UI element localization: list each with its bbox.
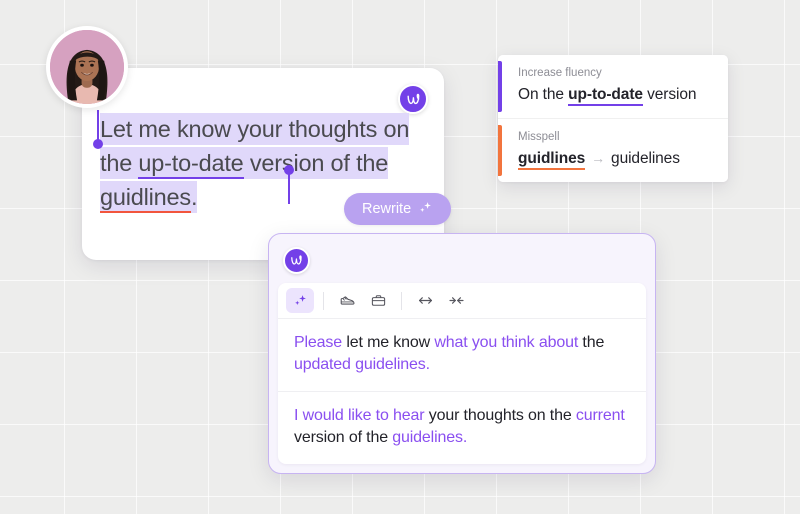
rw1-seg-2: what you think about	[434, 334, 579, 351]
suggestion-card-misspell[interactable]: Misspell guidlines → guidelines	[498, 118, 728, 182]
rewrite-option-2[interactable]: I would like to hear your thoughts on th…	[278, 391, 646, 464]
writer-logo-icon	[398, 84, 428, 114]
doc-seg-4: .	[190, 181, 198, 213]
suggestion-card-fluency[interactable]: Increase fluency On the up-to-date versi…	[498, 55, 728, 118]
rw2-seg-2: current	[575, 407, 625, 424]
doc-seg-2: version of the	[243, 147, 388, 179]
rw2-seg-5: .	[462, 429, 468, 446]
selection-handle-end[interactable]	[284, 165, 294, 204]
misspell-correct-word[interactable]: guidelines	[611, 150, 680, 167]
rw2-seg-3: version of the	[294, 429, 393, 446]
misspell-wrong-word: guidlines	[518, 150, 585, 170]
editor-card[interactable]: Let me know your thoughts on the up-to-d…	[82, 68, 444, 260]
rewrite-panel-inner: Please let me know what you think about …	[278, 283, 646, 464]
sneaker-icon[interactable]	[333, 288, 361, 313]
suggestion-accent-bar-misspell	[498, 125, 502, 176]
rw2-seg-1: your thoughts on the	[424, 407, 576, 424]
toolbar-divider	[401, 291, 402, 310]
rw1-seg-1: let me know	[342, 334, 435, 351]
rw1-seg-0: Please	[294, 334, 343, 351]
suggestion-accent-bar-fluency	[498, 61, 502, 112]
rw1-seg-4: updated guidelines	[294, 356, 426, 373]
fluency-before-text: On the	[518, 86, 569, 103]
rw2-seg-4: guidelines	[392, 429, 463, 446]
rewrite-button-label: Rewrite	[362, 201, 412, 217]
expand-arrows-icon[interactable]	[411, 288, 439, 313]
suggestion-body-misspell: guidlines → guidelines	[518, 150, 712, 170]
rw1-seg-3: the	[578, 334, 605, 351]
selection-handle-start[interactable]	[93, 110, 103, 149]
rw2-seg-0: I would like to hear	[294, 407, 425, 424]
shrink-arrows-icon[interactable]	[442, 288, 470, 313]
suggestion-category-fluency: Increase fluency	[518, 67, 602, 79]
rewrite-option-1[interactable]: Please let me know what you think about …	[278, 319, 646, 391]
briefcase-icon[interactable]	[364, 288, 392, 313]
toolbar-divider	[323, 291, 324, 310]
tone-toolbar	[278, 283, 646, 319]
avatar-image	[50, 30, 124, 104]
suggestion-category-misspell: Misspell	[518, 131, 560, 143]
rw1-seg-5: .	[425, 356, 430, 373]
suggestion-list: Increase fluency On the up-to-date versi…	[498, 55, 728, 182]
doc-seg-misspell[interactable]: guidlines	[100, 181, 191, 213]
sparkle-icon[interactable]	[286, 288, 314, 313]
rewrite-panel: Please let me know what you think about …	[268, 233, 656, 474]
rewrite-button[interactable]: Rewrite	[344, 193, 452, 225]
arrow-right-icon: →	[591, 150, 606, 166]
sparkle-icon	[418, 200, 433, 219]
writer-logo-icon	[283, 247, 310, 274]
fluency-after-text: version	[642, 86, 697, 103]
doc-seg-fluency[interactable]: up-to-date	[138, 147, 244, 179]
fluency-highlight: up-to-date	[568, 86, 643, 106]
suggestion-body-fluency: On the up-to-date version	[518, 86, 712, 106]
user-avatar	[46, 26, 128, 108]
